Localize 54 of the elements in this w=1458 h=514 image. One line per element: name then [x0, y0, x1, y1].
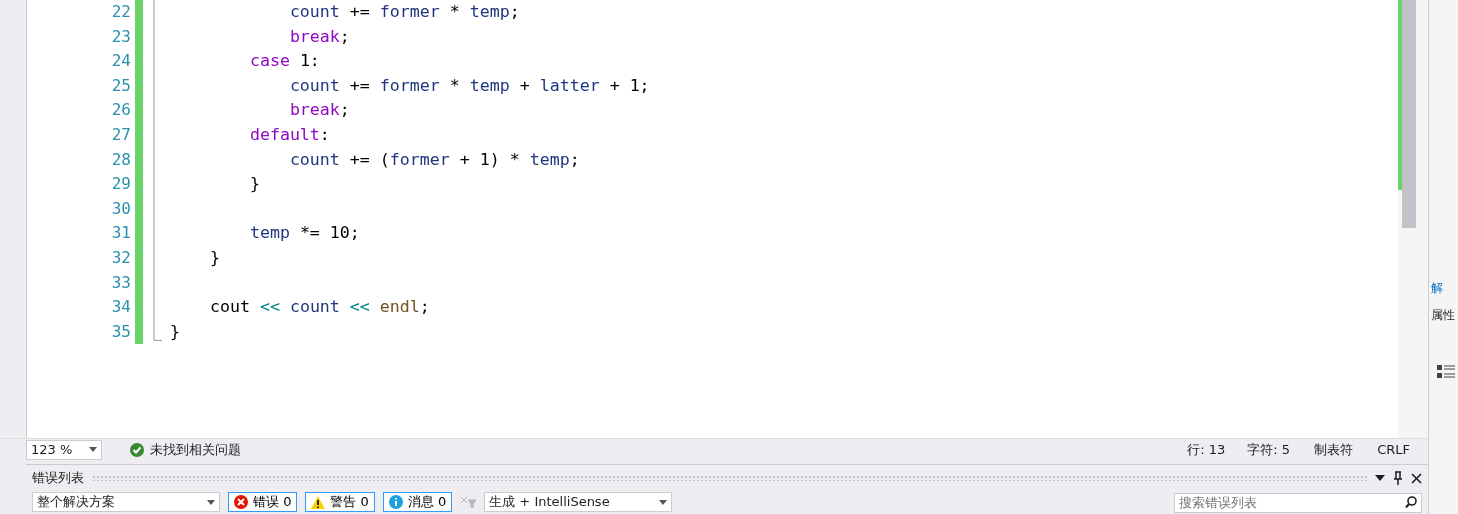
- side-tab[interactable]: 属性: [1429, 307, 1458, 324]
- line-number: 24: [110, 50, 132, 73]
- scope-dropdown[interactable]: 整个解决方案: [32, 492, 220, 512]
- line-number: 22: [110, 1, 132, 23]
- filter-button[interactable]: 警告 0: [305, 492, 375, 512]
- filter-button[interactable]: 错误 0: [228, 492, 298, 512]
- search-field[interactable]: 搜索错误列表: [1174, 492, 1422, 513]
- line-number: 34: [110, 296, 132, 319]
- zoom-dropdown[interactable]: 123 %: [26, 439, 102, 460]
- line-number: 33: [110, 271, 132, 294]
- categorized-list-icon[interactable]: [1437, 364, 1455, 380]
- code-line: count += former * temp;: [288, 1, 521, 23]
- check-icon: [130, 442, 144, 457]
- scrollbar-thumb[interactable]: [1402, 0, 1416, 228]
- code-line: temp *= 10;: [248, 222, 361, 245]
- code-line: count += (former + 1) * temp;: [288, 148, 581, 171]
- line-number: 29: [110, 173, 132, 196]
- line-number: 26: [110, 99, 132, 122]
- panel-title: 错误列表: [32, 469, 84, 487]
- search-icon: [1405, 496, 1417, 508]
- side-link[interactable]: 解: [1429, 280, 1458, 297]
- dropdown-caret-icon[interactable]: [1375, 475, 1385, 481]
- line-number: 27: [110, 123, 132, 146]
- line-position: 行: 13: [1187, 440, 1226, 459]
- dropdown-caret-icon: [207, 499, 215, 505]
- code-line: }: [248, 173, 261, 196]
- line-number: 23: [110, 25, 132, 48]
- error-icon: [234, 495, 248, 509]
- issues-status: 未找到相关问题: [150, 440, 241, 459]
- line-number: 32: [110, 246, 132, 269]
- indent-mode[interactable]: 制表符: [1314, 440, 1354, 459]
- warning-icon: [311, 495, 326, 509]
- line-ending[interactable]: CRLF: [1377, 442, 1410, 457]
- pin-icon[interactable]: [1393, 471, 1403, 485]
- code-line: default:: [248, 123, 331, 146]
- code-line: break;: [288, 25, 351, 48]
- source-dropdown[interactable]: 生成 + IntelliSense: [484, 492, 673, 512]
- line-number: 31: [110, 222, 132, 245]
- line-number: 30: [110, 197, 132, 220]
- code-line: }: [208, 246, 221, 269]
- dropdown-caret-icon: [659, 499, 668, 505]
- line-number: 25: [110, 74, 132, 97]
- code-line: count += former * temp + latter + 1;: [288, 74, 651, 97]
- line-number: 28: [110, 148, 132, 171]
- char-position: 字符: 5: [1247, 440, 1291, 459]
- code-line: }: [170, 320, 181, 343]
- code-line: case 1:: [248, 50, 321, 73]
- info-icon: [388, 495, 403, 509]
- code-line: break;: [288, 99, 351, 122]
- code-line: cout << count << endl;: [208, 296, 431, 319]
- close-icon[interactable]: [1411, 472, 1422, 484]
- filter-button[interactable]: 消息 0: [382, 492, 453, 512]
- dropdown-caret-icon: [89, 447, 97, 452]
- line-number: 35: [110, 320, 132, 343]
